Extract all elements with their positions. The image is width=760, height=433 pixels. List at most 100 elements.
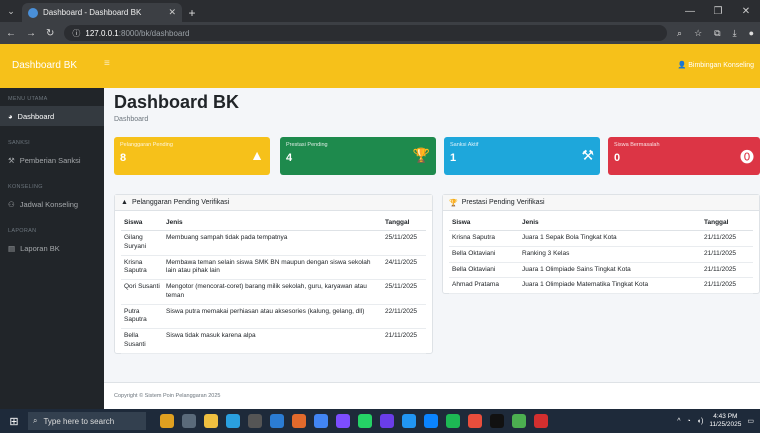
stat-card-sanksi: Sanksi Aktif 1 ⚒ [444, 137, 600, 175]
table-cell: Bella Oktaviani [449, 262, 519, 279]
network-icon[interactable]: ◔ [687, 418, 691, 425]
main-content: Dashboard BK Dashboard Pelanggaran Pendi… [104, 88, 760, 409]
column-header: Jenis [163, 215, 382, 231]
search-icon: ⌕ [33, 416, 38, 425]
app-icon[interactable] [446, 414, 460, 428]
task-view-icon[interactable] [182, 414, 196, 428]
table-cell: 21/11/2025 [701, 262, 753, 279]
column-header: Tanggal [701, 215, 753, 231]
sidebar-item-laporan-bk[interactable]: ▤ Laporan BK [0, 238, 104, 258]
terminal-icon[interactable] [248, 414, 262, 428]
bookmark-star-icon[interactable]: ☆ [694, 28, 702, 39]
clock[interactable]: 4:43 PM 11/25/2025 [709, 413, 741, 429]
brand-logo[interactable]: Dashboard BK [12, 60, 77, 71]
table-cell: Membawa teman selain siswa SMK BN maupun… [163, 255, 382, 281]
close-tab-icon[interactable]: ✕ [168, 7, 176, 18]
warning-icon: ▲ [250, 147, 264, 163]
app-icon[interactable] [226, 414, 240, 428]
table-row: Krisna Saputra Juara 1 Sepak Bola Tingka… [449, 230, 753, 247]
file-icon: ▤ [8, 243, 16, 253]
sidebar: MENU UTAMA ◕ Dashboard SANKSI ⚒ Pemberia… [0, 88, 104, 409]
panel-pelanggaran: ▲ Pelanggaran Pending Verifikasi Siswa J… [114, 194, 433, 354]
exclamation-icon: ⓿ [740, 149, 754, 165]
table-cell: Juara 1 Sepak Bola Tingkat Kota [519, 230, 701, 247]
notification-icon[interactable]: ▭ [747, 417, 754, 425]
stat-value: 1 [450, 152, 457, 164]
panel-title: Prestasi Pending Verifikasi [461, 199, 545, 206]
table-cell: 21/11/2025 [701, 230, 753, 247]
column-header: Jenis [519, 215, 701, 231]
vscode-icon[interactable] [270, 414, 284, 428]
table-cell: Juara 1 Olimpiade Sains Tingkat Kota [519, 262, 701, 279]
url-host: 127.0.0.1 [85, 28, 119, 38]
table-cell: 21/11/2025 [701, 277, 753, 295]
table-cell: 21/11/2025 [701, 246, 753, 263]
maximize-icon[interactable]: ❐ [704, 6, 732, 17]
table-cell: Mengotor (mencorat-coret) barang milik s… [163, 279, 382, 305]
panel-header: ▲ Pelanggaran Pending Verifikasi [115, 195, 432, 211]
app-icon[interactable] [402, 414, 416, 428]
minimize-icon[interactable]: — [676, 6, 704, 17]
windows-start-icon[interactable]: ⊞ [6, 415, 22, 428]
volume-icon[interactable]: ◖) [697, 418, 704, 425]
table-cell: 25/11/2025 [382, 230, 426, 256]
user-name: Bimbingan Konseling [688, 62, 754, 69]
site-info-icon[interactable]: ⓘ [72, 28, 80, 39]
taskbar-search[interactable]: ⌕ Type here to search [28, 412, 146, 430]
breadcrumb[interactable]: Dashboard [114, 116, 148, 123]
whatsapp-icon[interactable] [358, 414, 372, 428]
stat-label: Prestasi Pending [286, 142, 328, 148]
back-icon[interactable]: ← [6, 28, 16, 39]
browser-tabbar: ⌄ Dashboard - Dashboard BK ✕ + — ❐ ✕ [0, 0, 760, 22]
trophy-icon: 🏆 [449, 199, 458, 207]
sidebar-item-jadwal-konseling[interactable]: ⚇ Jadwal Konseling [0, 194, 104, 214]
tiktok-icon[interactable] [490, 414, 504, 428]
zoom-icon[interactable]: ⌕ [677, 28, 682, 39]
address-bar[interactable]: ⓘ 127.0.0.1:8000/bk/dashboard [64, 25, 668, 41]
sidebar-toggle-icon[interactable]: ≡ [104, 58, 118, 69]
pelanggaran-table: Siswa Jenis Tanggal Gilang Suryani Membu… [121, 215, 426, 354]
sidebar-item-dashboard[interactable]: ◕ Dashboard [0, 106, 104, 126]
app-icon[interactable] [336, 414, 350, 428]
table-cell: 24/11/2025 [382, 255, 426, 281]
stat-value: 8 [120, 152, 127, 164]
table-row: Qori Susanti Mengotor (mencorat-coret) b… [121, 279, 426, 305]
new-tab-button[interactable]: + [182, 3, 202, 22]
app-icon[interactable] [380, 414, 394, 428]
table-row: Ahmad Pratama Juara 1 Olimpiade Matemati… [449, 277, 753, 295]
taskbar-apps [160, 414, 548, 428]
extensions-icon[interactable]: ⧉ [714, 28, 720, 39]
app-icon[interactable] [512, 414, 526, 428]
reload-icon[interactable]: ↻ [46, 28, 54, 39]
forward-icon[interactable]: → [26, 28, 36, 39]
app-icon[interactable] [292, 414, 306, 428]
download-icon[interactable]: ⤓ [733, 28, 737, 39]
profile-icon[interactable]: ● [749, 28, 754, 38]
table-row: Bella Oktaviani Ranking 3 Kelas 21/11/20… [449, 246, 753, 263]
table-cell: 25/11/2025 [382, 279, 426, 305]
tab-search-icon[interactable]: ⌄ [0, 0, 22, 22]
browser-tab[interactable]: Dashboard - Dashboard BK ✕ [22, 3, 182, 22]
table-cell: 22/11/2025 [382, 304, 426, 330]
app-icon[interactable] [424, 414, 438, 428]
table-cell: Qori Susanti [121, 279, 163, 305]
column-header: Tanggal [382, 215, 426, 231]
table-row: Bella Susanti Siswa tidak masuk karena a… [121, 328, 426, 354]
table-row: Putra Saputra Siswa putra memakai perhia… [121, 304, 426, 330]
sidebar-item-pemberian-sanksi[interactable]: ⚒ Pemberian Sanksi [0, 150, 104, 170]
stat-label: Pelanggaran Pending [120, 142, 173, 148]
table-cell: Bella Susanti [121, 328, 163, 354]
tray-chevron-icon[interactable]: ^ [677, 418, 680, 425]
table-cell: Krisna Saputra [121, 255, 163, 281]
user-menu[interactable]: 👤 Bimbingan Konseling [678, 61, 754, 69]
sidebar-item-label: Jadwal Konseling [19, 199, 79, 209]
stat-card-siswa-bermasalah: Siswa Bermasalah 0 ⓿ [608, 137, 760, 175]
close-window-icon[interactable]: ✕ [732, 6, 760, 17]
app-icon[interactable] [468, 414, 482, 428]
file-explorer-icon[interactable] [204, 414, 218, 428]
app-icon[interactable] [160, 414, 174, 428]
app-icon[interactable] [534, 414, 548, 428]
stat-label: Siswa Bermasalah [614, 142, 660, 148]
chrome-icon[interactable] [314, 414, 328, 428]
table-row: Gilang Suryani Membuang sampah tidak pad… [121, 230, 426, 256]
